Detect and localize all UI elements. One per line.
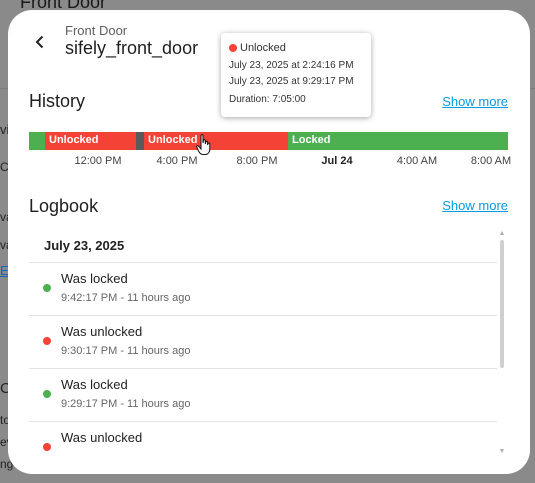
logbook-scrollbar[interactable]: ▲ ▼ bbox=[497, 230, 507, 464]
logbook-entry-message: Was unlocked bbox=[61, 430, 143, 445]
logbook-list[interactable]: July 23, 2025 Was locked 9:42:17 PM - 11 … bbox=[29, 230, 499, 464]
time-axis-tick: 12:00 PM bbox=[74, 155, 122, 167]
logbook-entry-message: Was locked bbox=[61, 271, 128, 286]
entity-title: sifely_front_door bbox=[65, 38, 199, 58]
timeline-segment-locked[interactable] bbox=[29, 132, 45, 150]
back-arrow-icon[interactable] bbox=[32, 34, 48, 50]
tooltip-state-line: Unlocked bbox=[229, 42, 286, 54]
logbook-entry-time: 9:30:17 PM - 11 hours ago bbox=[61, 345, 191, 357]
logbook-show-more-link[interactable]: Show more bbox=[442, 198, 508, 213]
timeline-segment-locked[interactable]: Locked bbox=[288, 132, 508, 150]
timeline-segment-unlocked[interactable]: Unlocked bbox=[144, 132, 288, 150]
entity-area-subtitle: Front Door bbox=[65, 23, 128, 38]
history-timeline[interactable]: Unlocked Unlocked Locked bbox=[29, 132, 508, 150]
logbook-entry[interactable]: Was unlocked 9:30:17 PM - 11 hours ago bbox=[29, 316, 499, 369]
tooltip-state: Unlocked bbox=[240, 42, 286, 54]
logbook-entry-time: 9:29:17 PM - 11 hours ago bbox=[61, 398, 191, 410]
timeline-segment-unlocked[interactable]: Unlocked bbox=[45, 132, 136, 150]
state-dot-icon bbox=[43, 443, 51, 451]
time-axis-tick: 4:00 PM bbox=[156, 155, 198, 167]
scroll-up-arrow-icon[interactable]: ▲ bbox=[497, 230, 507, 238]
history-show-more-link[interactable]: Show more bbox=[442, 94, 508, 109]
time-axis-tick: 8:00 AM bbox=[470, 155, 512, 167]
history-heading: History bbox=[29, 91, 86, 111]
logbook-entry-time: 9:42:17 PM - 11 hours ago bbox=[61, 292, 191, 304]
scroll-down-arrow-icon[interactable]: ▼ bbox=[497, 448, 507, 456]
time-axis-tick: 8:00 PM bbox=[236, 155, 278, 167]
logbook-date-header: July 23, 2025 bbox=[44, 238, 125, 253]
logbook-entry[interactable]: Was unlocked bbox=[29, 422, 499, 464]
timeline-segment-label: Unlocked bbox=[148, 134, 198, 146]
tooltip-end: July 23, 2025 at 9:29:17 PM bbox=[229, 76, 354, 87]
more-info-dialog: Front Door sifely_front_door History Sho… bbox=[8, 10, 530, 474]
scrollbar-thumb[interactable] bbox=[500, 240, 504, 368]
state-dot-icon bbox=[43, 337, 51, 345]
logbook-heading: Logbook bbox=[29, 196, 99, 216]
logbook-entry-message: Was locked bbox=[61, 377, 128, 392]
logbook-entry[interactable]: Was locked 9:42:17 PM - 11 hours ago bbox=[29, 263, 499, 316]
time-axis-tick: 4:00 AM bbox=[396, 155, 438, 167]
timeline-segment-unknown[interactable] bbox=[136, 132, 144, 150]
logbook-entry-message: Was unlocked bbox=[61, 324, 143, 339]
timeline-segment-label: Unlocked bbox=[49, 134, 99, 146]
history-time-axis: 12:00 PM 4:00 PM 8:00 PM Jul 24 4:00 AM 8:00 … bbox=[29, 155, 512, 171]
time-axis-tick: Jul 24 bbox=[321, 155, 353, 167]
state-dot-icon bbox=[43, 390, 51, 398]
history-tooltip: Unlocked July 23, 2025 at 2:24:16 PM Jul… bbox=[221, 33, 371, 117]
tooltip-start: July 23, 2025 at 2:24:16 PM bbox=[229, 60, 354, 71]
timeline-segment-label: Locked bbox=[292, 134, 331, 146]
logbook-entry[interactable]: Was locked 9:29:17 PM - 11 hours ago bbox=[29, 369, 499, 422]
tooltip-duration: Duration: 7:05:00 bbox=[229, 94, 306, 105]
hand-pointer-cursor-icon bbox=[196, 134, 211, 155]
tooltip-state-dot bbox=[229, 44, 237, 52]
state-dot-icon bbox=[43, 284, 51, 292]
